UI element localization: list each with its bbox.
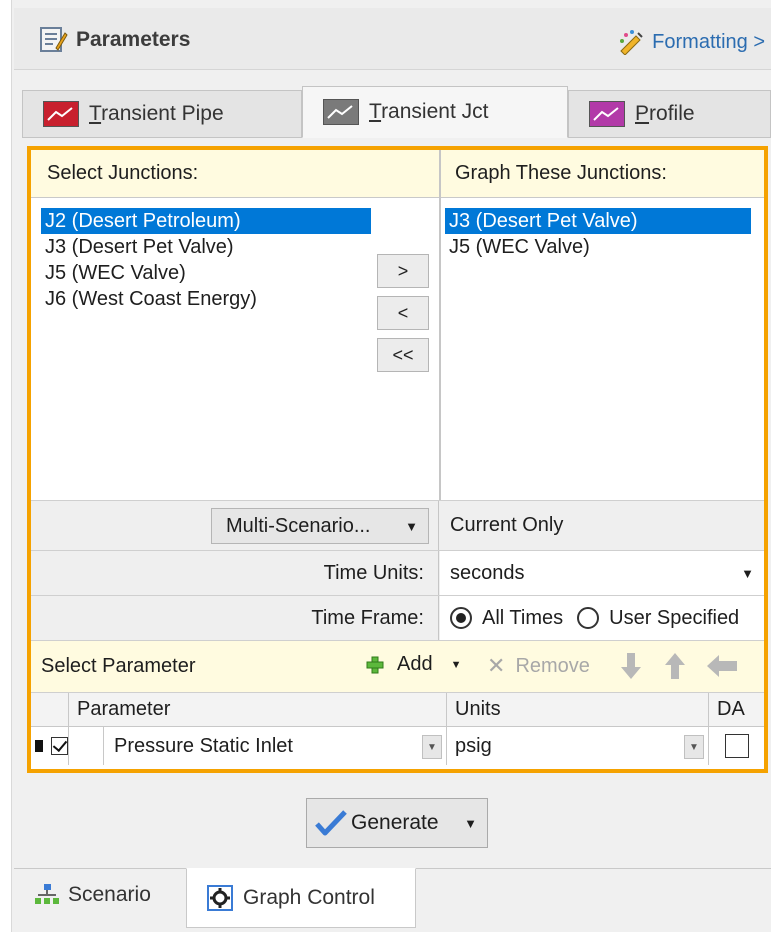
row-indicator <box>31 727 69 765</box>
formatting-icon <box>620 30 643 55</box>
tab-scenario[interactable]: Scenario <box>34 869 186 921</box>
user-specified-label: User Specified <box>609 606 740 629</box>
tab-profile[interactable]: Profile <box>568 90 771 138</box>
radio-all-times[interactable] <box>450 607 472 629</box>
line-chart-icon <box>589 101 625 127</box>
graphed-junctions-list[interactable]: J3 (Desert Pet Valve) J5 (WEC Valve) <box>445 208 751 260</box>
list-item[interactable]: J3 (Desert Pet Valve) <box>445 208 751 234</box>
graph-junctions-header: Graph These Junctions: <box>441 150 764 198</box>
time-frame-options: All Times User Specified <box>440 596 764 640</box>
dropdown-arrow-icon[interactable]: ▼ <box>464 816 477 831</box>
parameter-cell[interactable]: Pressure Static Inlet ▼ <box>103 727 447 765</box>
time-units-row: Time Units: seconds ▼ <box>31 550 764 595</box>
parameter-value: Pressure Static Inlet <box>114 734 293 757</box>
time-units-label: Time Units: <box>323 561 424 584</box>
da-cell <box>709 727 764 765</box>
panel-header: Parameters Formatting > <box>14 8 771 70</box>
tab-label: Transient Jct <box>369 100 489 123</box>
dropdown-arrow-icon: ▼ <box>405 518 418 534</box>
checkmark-icon <box>315 810 347 836</box>
tab-graph-control[interactable]: Graph Control <box>186 868 416 928</box>
remove-junction-button[interactable]: < <box>377 296 429 330</box>
time-units-select[interactable]: seconds ▼ <box>440 551 764 595</box>
tab-transient-jct[interactable]: Transient Jct <box>302 86 568 138</box>
parameter-column-header: Parameter <box>69 693 447 727</box>
line-chart-icon <box>323 99 359 125</box>
units-cell[interactable]: psig ▼ <box>447 727 709 765</box>
tab-transient-pipe[interactable]: Transient Pipe <box>22 90 302 138</box>
remove-label: Remove <box>515 654 590 677</box>
close-icon: ✕ <box>487 653 506 678</box>
add-junction-button[interactable]: > <box>377 254 429 288</box>
row-marker-icon <box>35 740 43 752</box>
dropdown-arrow-icon: ▼ <box>450 658 462 671</box>
time-units-row-left: Time Units: <box>31 551 439 595</box>
generate-label: Generate <box>351 811 439 834</box>
time-frame-label: Time Frame: <box>311 606 424 629</box>
time-units-value: seconds <box>450 561 525 584</box>
arrow-left-icon[interactable] <box>705 653 739 679</box>
add-parameter-button[interactable]: Add ▼ <box>365 653 461 676</box>
list-item[interactable]: J3 (Desert Pet Valve) <box>41 234 371 260</box>
remove-parameter-button[interactable]: ✕ Remove <box>487 653 590 679</box>
list-item[interactable]: J5 (WEC Valve) <box>41 260 371 286</box>
scenario-row: Multi-Scenario... ▼ Current Only <box>31 500 764 550</box>
bottom-tabs: Scenario Graph Control <box>14 868 771 932</box>
parameters-panel: Parameters Formatting > Transient Pipe T… <box>0 0 771 932</box>
parameters-icon <box>40 27 68 52</box>
select-parameter-toolbar: Select Parameter Add ▼ ✕ Remove <box>31 640 764 692</box>
all-times-label: All Times <box>482 606 564 629</box>
row-checkbox[interactable] <box>50 737 68 755</box>
panel-title: Parameters <box>76 28 191 51</box>
scenario-tree-icon <box>35 884 59 904</box>
dropdown-arrow-icon[interactable]: ▼ <box>684 735 704 759</box>
list-item[interactable]: J5 (WEC Valve) <box>445 234 751 260</box>
multi-scenario-label: Multi-Scenario... <box>226 514 371 537</box>
arrow-down-icon[interactable] <box>619 651 643 681</box>
tab-label: Profile <box>635 102 695 125</box>
list-item[interactable]: J6 (West Coast Energy) <box>41 286 371 312</box>
da-column-header: DA <box>709 693 764 727</box>
units-column-header: Units <box>447 693 709 727</box>
units-value: psig <box>455 734 492 757</box>
time-frame-row: Time Frame: All Times User Specified <box>31 595 764 640</box>
select-parameter-title: Select Parameter <box>41 655 196 677</box>
available-junctions-list[interactable]: J2 (Desert Petroleum) J3 (Desert Pet Val… <box>41 208 371 312</box>
arrow-up-icon[interactable] <box>663 651 687 681</box>
radio-user-specified[interactable] <box>577 607 600 629</box>
list-item[interactable]: J2 (Desert Petroleum) <box>41 208 371 234</box>
grid-corner <box>31 693 69 727</box>
da-checkbox[interactable] <box>724 734 749 758</box>
tab-label: Transient Pipe <box>89 102 224 125</box>
dropdown-arrow-icon[interactable]: ▼ <box>422 735 442 759</box>
formatting-label: Formatting > <box>652 30 765 53</box>
line-chart-icon <box>43 101 79 127</box>
generate-button[interactable]: Generate ▼ <box>306 798 488 848</box>
dropdown-arrow-icon: ▼ <box>741 565 754 581</box>
multi-scenario-button[interactable]: Multi-Scenario... ▼ <box>211 508 429 544</box>
junction-selection-panel: Select Junctions: Graph These Junctions:… <box>27 146 768 773</box>
formatting-link[interactable]: Formatting > <box>618 29 765 55</box>
select-junctions-header: Select Junctions: <box>31 150 439 198</box>
parameter-grid: Parameter Units DA Pressure Static Inlet… <box>31 692 764 769</box>
scenario-value: Current Only <box>440 501 764 550</box>
gear-icon <box>207 885 233 911</box>
scenario-row-left: Multi-Scenario... ▼ <box>31 501 439 550</box>
graph-control-tab-label: Graph Control <box>243 886 375 909</box>
time-frame-row-left: Time Frame: <box>31 596 439 640</box>
scenario-tab-label: Scenario <box>68 883 151 906</box>
graph-type-tabs: Transient Pipe Transient Jct Profile <box>22 86 771 138</box>
remove-all-junctions-button[interactable]: << <box>377 338 429 372</box>
left-edge <box>0 0 12 932</box>
plus-icon <box>366 656 384 673</box>
add-label: Add <box>397 653 433 675</box>
